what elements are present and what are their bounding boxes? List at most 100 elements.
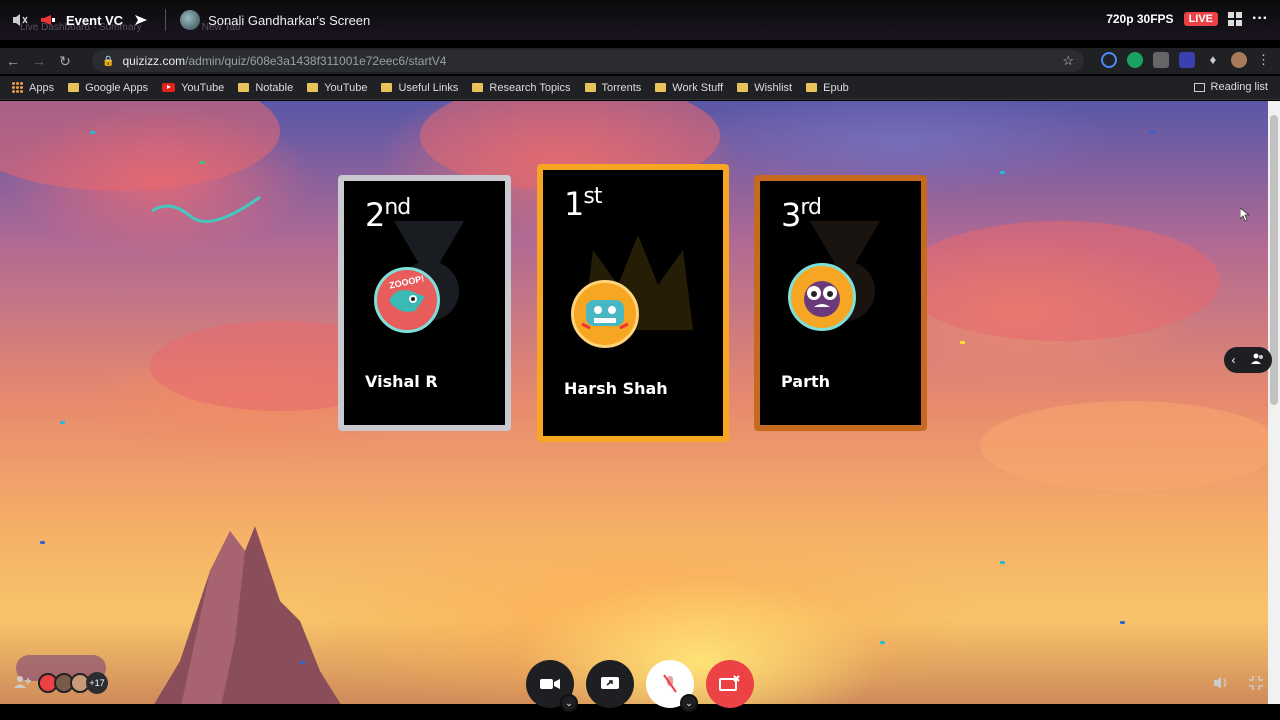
chevron-left-icon: ‹ <box>1231 353 1236 367</box>
rank-label: 3rd <box>781 195 822 234</box>
folder-icon <box>806 83 818 92</box>
reading-list-label: Reading list <box>1210 81 1268 93</box>
confetti <box>90 131 95 134</box>
bookmark-item[interactable]: Research Topics <box>472 82 571 94</box>
folder-icon <box>381 83 393 92</box>
bookmark-item[interactable]: Useful Links <box>381 82 458 94</box>
mute-button[interactable]: ⌄ <box>646 660 698 712</box>
player-name: Parth <box>781 372 831 391</box>
screen-share-button[interactable] <box>586 660 634 708</box>
speaker-muted-icon[interactable] <box>10 10 30 30</box>
camera-button[interactable]: ⌄ <box>526 660 578 712</box>
apps-icon <box>12 82 23 93</box>
bookmark-label: Torrents <box>601 81 642 94</box>
forward-arrow-icon[interactable]: → <box>26 53 52 69</box>
player-name: Vishal R <box>365 372 438 391</box>
url-input[interactable]: 🔒 quizizz.com /admin/quiz/608e3a1438f311… <box>92 50 1084 72</box>
url-host: quizizz.com <box>122 54 186 68</box>
chrome-menu-icon[interactable]: ⋮ <box>1257 52 1270 68</box>
bookmark-item[interactable]: YouTube <box>307 82 367 94</box>
folder-icon <box>737 83 749 92</box>
confetti <box>960 341 965 344</box>
folder-icon <box>307 83 319 92</box>
divider <box>165 9 167 31</box>
confetti <box>1120 621 1125 624</box>
page-scrollbar[interactable] <box>1268 101 1280 704</box>
reading-list-button[interactable]: Reading list <box>1193 81 1268 93</box>
volume-icon[interactable] <box>1212 675 1230 696</box>
bookmark-item[interactable]: Torrents <box>584 81 642 94</box>
megaphone-icon <box>38 10 58 30</box>
podium-card-second: 2nd ZOOOP! Vishal R <box>338 175 511 431</box>
extension-icon[interactable] <box>1179 52 1195 68</box>
confetti <box>1000 171 1005 174</box>
extension-icon[interactable] <box>1101 52 1117 68</box>
monster-icon <box>581 300 629 330</box>
lock-icon: 🔒 <box>102 55 115 67</box>
profile-avatar[interactable] <box>1231 52 1247 68</box>
back-arrow-icon[interactable]: ← <box>0 53 26 69</box>
streamer-avatar[interactable] <box>180 10 201 30</box>
puzzle-icon[interactable]: ♦ <box>1205 52 1221 68</box>
member-list-toggle[interactable]: ‹ <box>1224 347 1272 373</box>
confetti <box>40 541 45 544</box>
chevron-down-icon[interactable]: ⌄ <box>560 694 578 712</box>
chevron-down-icon[interactable]: ⌄ <box>680 694 698 712</box>
channel-name: Event VC <box>66 12 124 28</box>
bookmark-star-icon[interactable]: ☆ <box>1062 53 1074 69</box>
grammarly-icon[interactable] <box>1127 52 1143 68</box>
cloud <box>980 401 1268 491</box>
bookmark-label: Useful Links <box>398 81 459 94</box>
folder-icon <box>584 83 596 92</box>
leave-call-button[interactable] <box>706 660 754 708</box>
add-user-icon[interactable] <box>14 675 32 692</box>
exit-fullscreen-icon[interactable] <box>1248 675 1264 696</box>
mic-muted-icon <box>663 674 677 693</box>
folder-icon <box>238 83 250 92</box>
bookmark-item[interactable]: Google Apps <box>68 82 148 94</box>
bookmark-item[interactable]: YouTube <box>162 82 224 94</box>
bookmark-label: YouTube <box>324 81 368 94</box>
extension-icon[interactable] <box>1153 52 1169 68</box>
cloud <box>900 221 1220 341</box>
bookmark-label: Wishlist <box>754 81 793 94</box>
mouse-cursor <box>1240 208 1250 222</box>
more-options-icon[interactable]: ··· <box>1252 10 1268 28</box>
monster-icon <box>804 281 840 317</box>
bookmark-label: YouTube <box>181 81 225 94</box>
bookmark-apps[interactable]: Apps <box>12 82 54 94</box>
participant-overflow-count[interactable]: +17 <box>86 672 108 694</box>
podium-card-first: 1st Harsh Shah <box>537 164 729 442</box>
camera-icon <box>540 679 560 689</box>
screen-title: Sonali Gandharkar's Screen <box>208 12 371 28</box>
reload-icon[interactable]: ↻ <box>52 53 78 70</box>
call-controls-bar: +17 ⌄ ⌄ <box>0 650 1280 720</box>
extensions-row: ♦ ⋮ <box>1101 52 1270 68</box>
bookmark-item[interactable]: Work Stuff <box>655 82 723 94</box>
rank-label: 2nd <box>365 195 411 234</box>
bookmark-label: Work Stuff <box>672 81 724 94</box>
stream-quality: 720p 30FPS <box>1106 12 1174 26</box>
participants-group[interactable]: +17 <box>14 672 108 694</box>
reading-list-icon <box>1193 82 1205 92</box>
player-name: Harsh Shah <box>564 379 668 398</box>
folder-icon <box>472 83 484 92</box>
podium-card-third: 3rd Parth <box>754 175 927 431</box>
folder-icon <box>68 83 80 92</box>
ribbon-streak <box>151 195 261 223</box>
player-avatar <box>788 263 856 331</box>
confetti <box>60 421 65 424</box>
bookmark-item[interactable]: Notable <box>238 82 293 94</box>
people-icon <box>1250 353 1265 368</box>
bookmark-label: Notable <box>255 81 294 94</box>
screen-share-icon <box>601 677 619 689</box>
grid-layout-icon[interactable] <box>1228 12 1243 26</box>
cloud <box>0 101 280 191</box>
url-path: /admin/quiz/608e3a1438f311001e72eec6/sta… <box>185 54 447 68</box>
disconnect-icon <box>719 675 740 691</box>
player-avatar: ZOOOP! <box>374 267 440 333</box>
bookmark-item[interactable]: Wishlist <box>737 82 792 94</box>
bookmark-label: Epub <box>823 81 849 94</box>
bookmark-item[interactable]: Epub <box>806 82 849 94</box>
confetti <box>200 161 205 164</box>
